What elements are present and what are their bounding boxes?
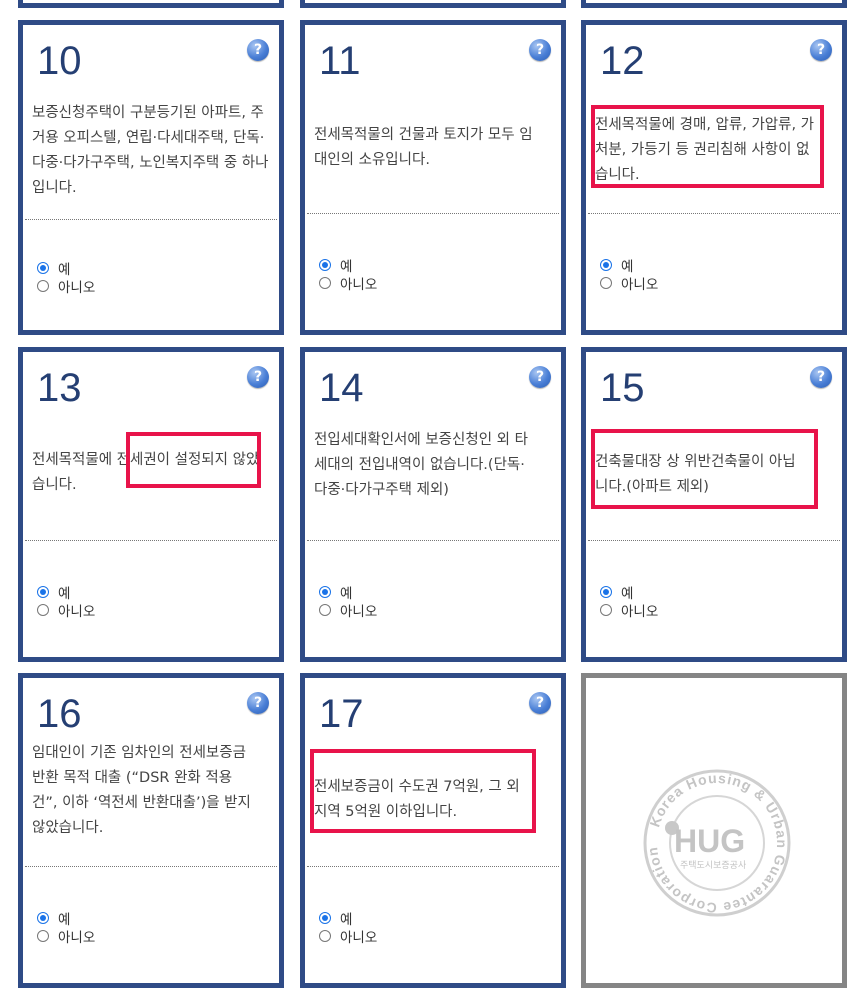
card-stub — [300, 0, 566, 8]
option-no[interactable]: 아니오 — [37, 927, 95, 946]
highlight-box — [310, 749, 536, 833]
divider — [25, 866, 277, 867]
question-icon[interactable]: ? — [247, 39, 269, 61]
question-text: 전입세대확인서에 보증신청인 외 타세대의 전입내역이 없습니다.(단독·다중·… — [314, 432, 528, 498]
answer-options: 예 아니오 — [600, 256, 658, 293]
logo-korean-name: 주택도시보증공사 — [680, 860, 747, 871]
question-text: 보증신청주택이 구분등기된 아파트, 주거용 오피스텔, 연립·다세대주택, 단… — [32, 105, 269, 196]
option-no[interactable]: 아니오 — [37, 277, 95, 296]
answer-options: 예 아니오 — [319, 909, 377, 946]
question-card-12: 12 ? 전세목적물에 경매, 압류, 가압류, 가처분, 가등기 등 권리침해… — [581, 20, 847, 335]
question-number: 11 — [319, 39, 361, 83]
divider — [25, 540, 277, 541]
question-number: 15 — [600, 366, 645, 410]
question-icon[interactable]: ? — [247, 366, 269, 388]
card-stub — [581, 0, 847, 8]
divider — [588, 540, 840, 541]
radio-unchecked-icon[interactable] — [319, 604, 331, 616]
question-icon[interactable]: ? — [529, 366, 551, 388]
question-card-14: 14 ? 전입세대확인서에 보증신청인 외 타세대의 전입내역이 없습니다.(단… — [300, 347, 566, 662]
question-number: 10 — [37, 39, 82, 83]
option-yes[interactable]: 예 — [37, 583, 95, 602]
question-card-13: 13 ? 전세목적물에 전세권이 설정되지 않았습니다. 예 아니오 — [18, 347, 284, 662]
option-no[interactable]: 아니오 — [319, 927, 377, 946]
question-number: 16 — [37, 692, 82, 736]
answer-options: 예 아니오 — [37, 909, 95, 946]
question-icon[interactable]: ? — [247, 692, 269, 714]
option-yes[interactable]: 예 — [600, 583, 658, 602]
radio-unchecked-icon[interactable] — [37, 930, 49, 942]
question-card-11: 11 ? 전세목적물의 건물과 토지가 모두 임대인의 소유입니다. 예 아니오 — [300, 20, 566, 335]
question-card-16: 16 ? 임대인이 기존 임차인의 전세보증금 반환 목적 대출 (“DSR 완… — [18, 673, 284, 988]
radio-unchecked-icon[interactable] — [319, 930, 331, 942]
answer-options: 예 아니오 — [37, 583, 95, 620]
question-text: 전세목적물의 건물과 토지가 모두 임대인의 소유입니다. — [314, 127, 533, 168]
hug-logo-card: Korea Housing & Urban Guarantee Corporat… — [581, 673, 847, 988]
hug-logo-watermark: Korea Housing & Urban Guarantee Corporat… — [643, 769, 791, 917]
option-no[interactable]: 아니오 — [37, 601, 95, 620]
question-number: 12 — [600, 39, 645, 83]
radio-checked-icon[interactable] — [600, 259, 612, 271]
radio-checked-icon[interactable] — [600, 586, 612, 598]
option-yes[interactable]: 예 — [37, 259, 95, 278]
question-icon[interactable]: ? — [529, 692, 551, 714]
radio-unchecked-icon[interactable] — [600, 277, 612, 289]
radio-unchecked-icon[interactable] — [319, 277, 331, 289]
highlight-box — [126, 432, 261, 488]
question-number: 17 — [319, 692, 364, 736]
radio-checked-icon[interactable] — [319, 912, 331, 924]
answer-options: 예 아니오 — [319, 583, 377, 620]
option-yes[interactable]: 예 — [37, 909, 95, 928]
radio-checked-icon[interactable] — [37, 912, 49, 924]
highlight-box — [591, 429, 818, 509]
option-no[interactable]: 아니오 — [600, 274, 658, 293]
question-icon[interactable]: ? — [810, 39, 832, 61]
radio-checked-icon[interactable] — [37, 586, 49, 598]
question-card-10: 10 ? 보증신청주택이 구분등기된 아파트, 주거용 오피스텔, 연립·다세대… — [18, 20, 284, 335]
question-card-17: 17 ? 전세보증금이 수도권 7억원, 그 외 지역 5억원 이하입니다. 예… — [300, 673, 566, 988]
radio-checked-icon[interactable] — [37, 262, 49, 274]
divider — [25, 219, 277, 220]
question-number: 13 — [37, 366, 82, 410]
radio-checked-icon[interactable] — [319, 586, 331, 598]
option-no[interactable]: 아니오 — [319, 601, 377, 620]
option-no[interactable]: 아니오 — [600, 601, 658, 620]
answer-options: 예 아니오 — [600, 583, 658, 620]
card-stub — [18, 0, 284, 8]
option-yes[interactable]: 예 — [319, 256, 377, 275]
question-card-15: 15 ? 건축물대장 상 위반건축물이 아닙니다.(아파트 제외) 예 아니오 — [581, 347, 847, 662]
logo-wordmark: HUG — [674, 823, 745, 859]
divider — [307, 213, 559, 214]
question-icon[interactable]: ? — [810, 366, 832, 388]
radio-checked-icon[interactable] — [319, 259, 331, 271]
divider — [307, 540, 559, 541]
option-no[interactable]: 아니오 — [319, 274, 377, 293]
divider — [307, 866, 559, 867]
radio-unchecked-icon[interactable] — [600, 604, 612, 616]
answer-options: 예 아니오 — [37, 259, 95, 296]
highlight-box — [591, 105, 824, 188]
option-yes[interactable]: 예 — [600, 256, 658, 275]
divider — [588, 213, 840, 214]
answer-options: 예 아니오 — [319, 256, 377, 293]
option-yes[interactable]: 예 — [319, 909, 377, 928]
question-icon[interactable]: ? — [529, 39, 551, 61]
radio-unchecked-icon[interactable] — [37, 604, 49, 616]
option-yes[interactable]: 예 — [319, 583, 377, 602]
question-number: 14 — [319, 366, 364, 410]
question-text: 임대인이 기존 임차인의 전세보증금 반환 목적 대출 (“DSR 완화 적용 … — [32, 745, 251, 836]
radio-unchecked-icon[interactable] — [37, 280, 49, 292]
